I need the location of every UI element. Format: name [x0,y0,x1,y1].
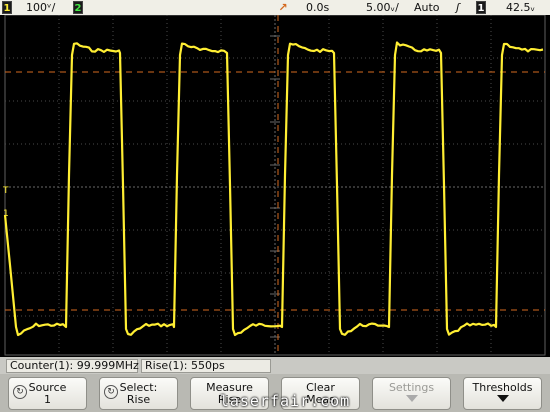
center-axes [5,15,545,355]
trigger-slope-icon: ʃ [456,1,460,14]
channel-1-scale: 100ᵛ/ [26,1,56,14]
softkey-label: Source 1 [28,381,67,406]
rotate-icon: ↻ [104,385,118,399]
channel-2-indicator: 2 [73,1,83,14]
thresholds-softkey[interactable]: Thresholds [463,377,542,410]
channel-1-waveform [3,41,544,337]
trigger-level: 42.5ᵥ [506,1,536,14]
trigger-mode: Auto [414,1,440,14]
watermark-text: laserfair.com [219,392,351,410]
waveform-display[interactable]: T 1 [0,15,550,357]
source-softkey[interactable]: ↻ Source 1 [8,377,87,410]
down-arrow-icon [405,395,418,402]
trigger-source-indicator: 1 [476,1,486,14]
channel-1-indicator: 1 [2,1,12,14]
settings-softkey[interactable]: Settings [372,377,451,410]
graticule: T 1 [2,15,546,356]
select-softkey[interactable]: ↻ Select: Rise [99,377,178,410]
softkey-label: Thresholds [472,381,533,394]
trigger-position-icon: ↗ [278,1,288,14]
counter-measurement: Counter(1): 99.999MHz [6,359,139,373]
softkey-label: Settings [388,381,435,394]
rotate-icon: ↻ [13,385,27,399]
rise-measurement: Rise(1): 550ps [141,359,271,373]
measurement-bar: Counter(1): 99.999MHz Rise(1): 550ps [0,357,550,374]
time-scale: 5.00ᵥ/ [366,1,399,14]
softkey-label: Select: Rise [119,381,158,406]
status-bar: 1 100ᵛ/ 2 ↗ 0.0s 5.00ᵥ/ Auto ʃ 1 42.5ᵥ [0,0,550,15]
down-arrow-icon [496,395,509,402]
time-reference: 0.0s [306,1,330,14]
trigger-level-marker: T [2,186,9,196]
channel-1-ground-marker: 1 [3,209,9,219]
